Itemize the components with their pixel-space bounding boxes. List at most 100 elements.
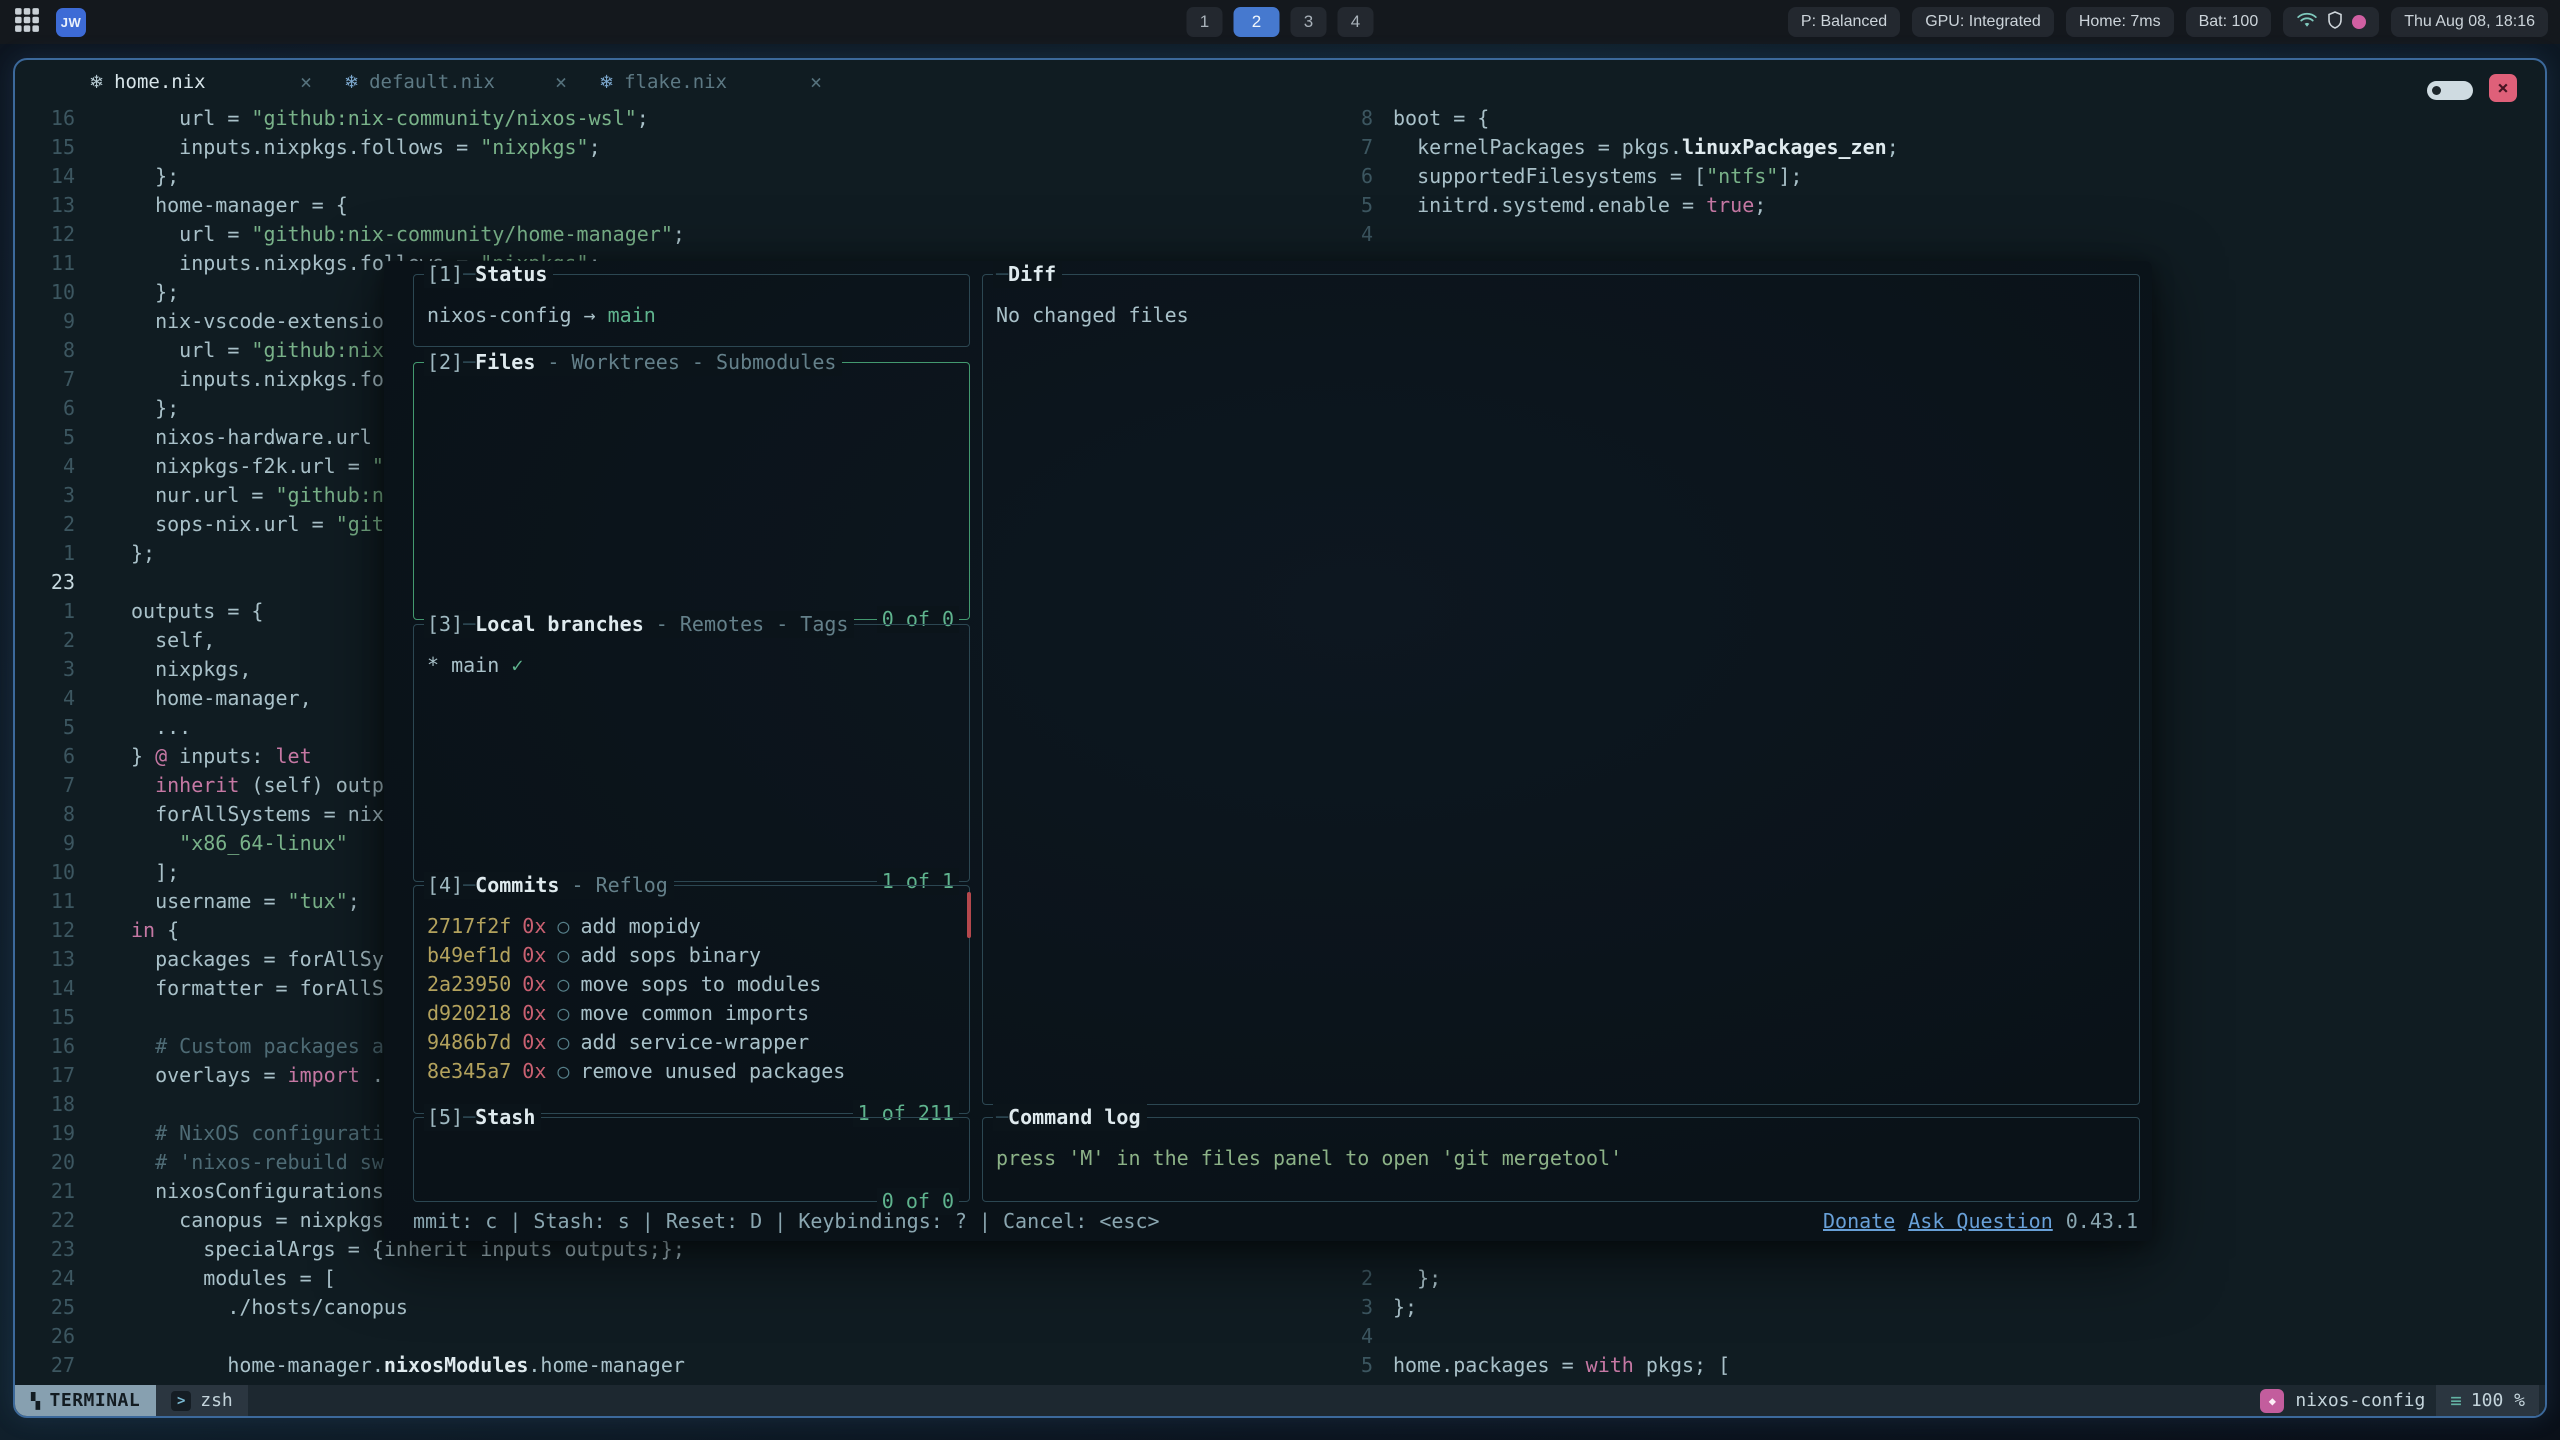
panel-title: ─Diff: [993, 261, 1062, 288]
repo-name: nixos-config: [2295, 1390, 2425, 1411]
ping-module[interactable]: Home: 7ms: [2066, 7, 2174, 37]
code-line[interactable]: 7 kernelPackages = pkgs.linuxPackages_ze…: [1315, 133, 1899, 162]
workspace-2-active[interactable]: 2: [1234, 7, 1280, 37]
donate-link[interactable]: Donate: [1823, 1207, 1895, 1236]
code-line[interactable]: 3};: [1315, 1293, 1730, 1322]
lazygit-stash-panel[interactable]: [5]─Stash 0 of 0: [413, 1117, 970, 1202]
code-line[interactable]: 27 home-manager.nixosModules.home-manage…: [15, 1351, 1142, 1380]
panel-title: [4]─Commits - Reflog: [424, 872, 674, 899]
code-line[interactable]: 16 url = "github:nix-community/nixos-wsl…: [15, 104, 1142, 133]
shield-icon[interactable]: [2327, 11, 2343, 34]
lazygit-status-panel[interactable]: [1]─Status nixos-config → main: [413, 274, 970, 347]
line-number: 9: [15, 829, 75, 858]
line-number: 23: [15, 568, 75, 597]
terminal-mode-icon: ▚: [31, 1392, 41, 1410]
commit-row[interactable]: d9202180x○move common imports: [427, 999, 959, 1028]
tray-module[interactable]: [2283, 7, 2379, 37]
commit-author: 0x: [522, 1057, 546, 1086]
panel-title: [5]─Stash: [424, 1104, 541, 1131]
power-profile-module[interactable]: P: Balanced: [1788, 7, 1900, 37]
lazygit-diff-panel[interactable]: ─Diff No changed files: [982, 274, 2140, 1105]
code-line[interactable]: 24 modules = [: [15, 1264, 1142, 1293]
code-line[interactable]: 5 initrd.systemd.enable = true;: [1315, 191, 1899, 220]
code-line[interactable]: 6 supportedFilesystems = ["ntfs"];: [1315, 162, 1899, 191]
line-number: 16: [15, 104, 75, 133]
line-number: 3: [1315, 1293, 1373, 1322]
tab-close-icon[interactable]: ×: [555, 70, 567, 94]
code-line[interactable]: 8boot = {: [1315, 104, 1899, 133]
panel-title: [1]─Status: [424, 261, 553, 288]
line-number: 10: [15, 278, 75, 307]
line-number: 3: [15, 655, 75, 684]
code-line[interactable]: 13 home-manager = {: [15, 191, 1142, 220]
lazygit-commits-panel[interactable]: [4]─Commits - Reflog 2717f2f0x○add mopid…: [413, 885, 970, 1114]
lazygit-command-log-panel[interactable]: ─Command log press 'M' in the files pane…: [982, 1117, 2140, 1202]
battery-module[interactable]: Bat: 100: [2186, 7, 2272, 37]
line-number: 27: [15, 1351, 75, 1380]
code-text: modules = [: [131, 1264, 336, 1293]
commit-row[interactable]: b49ef1d0x○add sops binary: [427, 941, 959, 970]
commits-scrollbar-thumb[interactable]: [967, 892, 971, 938]
ask-question-link[interactable]: Ask Question: [1908, 1207, 2053, 1236]
statusline-right: ◆ nixos-config ≡ 100 %: [2260, 1385, 2545, 1416]
code-line[interactable]: 12 url = "github:nix-community/home-mana…: [15, 220, 1142, 249]
code-line[interactable]: 15 inputs.nixpkgs.follows = "nixpkgs";: [15, 133, 1142, 162]
code-line[interactable]: 4: [1315, 1322, 1730, 1351]
clock-module[interactable]: Thu Aug 08, 18:16: [2391, 7, 2548, 37]
code-text: self,: [131, 626, 215, 655]
commit-row[interactable]: 8e345a70x○remove unused packages: [427, 1057, 959, 1086]
line-number: 12: [15, 916, 75, 945]
code-text: };: [131, 394, 179, 423]
commit-graph-node: ○: [557, 999, 569, 1028]
code-text: boot = {: [1393, 104, 1489, 133]
commit-row[interactable]: 2a239500x○move sops to modules: [427, 970, 959, 999]
gpu-module[interactable]: GPU: Integrated: [1912, 7, 2054, 37]
window-toggle-pill[interactable]: [2427, 81, 2473, 100]
commit-graph-node: ○: [557, 941, 569, 970]
window-close-button[interactable]: ×: [2489, 74, 2517, 102]
line-number: 17: [15, 1061, 75, 1090]
tab-close-icon[interactable]: ×: [300, 70, 312, 94]
line-number: 15: [15, 1003, 75, 1032]
status-dot-icon[interactable]: [2352, 15, 2366, 29]
code-text: ];: [131, 858, 179, 887]
line-number: 13: [15, 945, 75, 974]
line-number: 7: [15, 365, 75, 394]
code-text: };: [1393, 1264, 1441, 1293]
line-number: 1: [15, 539, 75, 568]
panel-title: [2]─Files - Worktrees - Submodules: [424, 349, 842, 376]
line-number: 21: [15, 1177, 75, 1206]
line-number: 13: [15, 191, 75, 220]
line-number: 4: [15, 684, 75, 713]
code-text: ...: [131, 713, 191, 742]
tab-flake-nix[interactable]: ❄ flake.nix ×: [583, 60, 838, 104]
commit-message: remove unused packages: [580, 1057, 845, 1086]
line-number: 5: [1315, 1351, 1373, 1380]
code-line[interactable]: 25 ./hosts/canopus: [15, 1293, 1142, 1322]
tab-home-nix[interactable]: ❄ home.nix ×: [73, 60, 328, 104]
code-line[interactable]: 5 home.packages = with pkgs; [: [1315, 1351, 1730, 1380]
apps-grid-icon[interactable]: [14, 7, 40, 38]
commit-message: add service-wrapper: [580, 1028, 809, 1057]
workspace-1[interactable]: 1: [1187, 7, 1223, 37]
commit-row[interactable]: 9486b7d0x○add service-wrapper: [427, 1028, 959, 1057]
lazygit-branches-panel[interactable]: [3]─Local branches - Remotes - Tags * ma…: [413, 624, 970, 882]
wifi-icon[interactable]: [2296, 11, 2318, 34]
prompt-icon: >: [171, 1391, 191, 1411]
line-number: 15: [15, 133, 75, 162]
tab-close-icon[interactable]: ×: [810, 70, 822, 94]
lazygit-files-panel[interactable]: [2]─Files - Worktrees - Submodules 0 of …: [413, 362, 970, 620]
code-line[interactable]: 14 };: [15, 162, 1142, 191]
code-line[interactable]: 4: [1315, 220, 1899, 249]
commit-row[interactable]: 2717f2f0x○add mopidy: [427, 912, 959, 941]
code-line[interactable]: 26: [15, 1322, 1142, 1351]
tab-default-nix[interactable]: ❄ default.nix ×: [328, 60, 583, 104]
code-line[interactable]: 2 };: [1315, 1264, 1730, 1293]
line-number: 9: [15, 307, 75, 336]
lazygit-bottom-bar: mmit: c | Stash: s | Reset: D | Keybindi…: [413, 1207, 2138, 1236]
workspace-3[interactable]: 3: [1291, 7, 1327, 37]
layout-badge[interactable]: JW: [56, 8, 86, 37]
code-text: home.packages = with pkgs; [: [1393, 1351, 1730, 1380]
workspace-4[interactable]: 4: [1338, 7, 1374, 37]
commit-graph-node: ○: [557, 912, 569, 941]
